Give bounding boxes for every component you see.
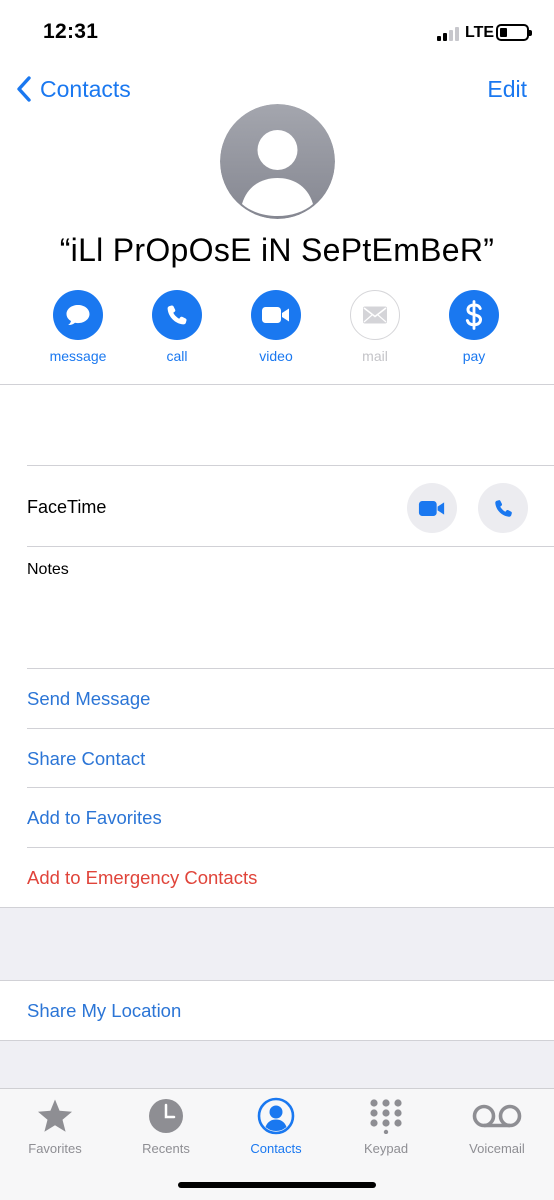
contact-avatar xyxy=(220,104,335,219)
tab-contacts[interactable]: Contacts xyxy=(226,1097,326,1156)
separator xyxy=(27,546,554,547)
chevron-left-icon xyxy=(17,76,31,102)
separator xyxy=(0,384,554,385)
network-type: LTE xyxy=(465,24,495,41)
message-action-button[interactable]: message xyxy=(33,290,123,364)
cellular-signal-icon xyxy=(437,27,461,41)
dollar-icon xyxy=(465,300,483,330)
mail-action-button[interactable]: mail xyxy=(330,290,420,364)
home-indicator xyxy=(178,1182,376,1188)
notes-field[interactable] xyxy=(27,580,527,660)
share-contact-link[interactable]: Share Contact xyxy=(27,748,145,770)
section-spacer xyxy=(0,1040,554,1088)
quick-actions: message call video mail pay xyxy=(0,290,554,370)
clock-icon xyxy=(149,1099,183,1133)
call-action-label: call xyxy=(166,348,188,364)
contact-name: “iLl PrOpOsE iN SePtEmBeR” xyxy=(59,232,495,268)
status-bar: 12:31 LTE xyxy=(0,0,554,66)
back-button-label: Contacts xyxy=(40,75,131,102)
add-to-favorites-link[interactable]: Add to Favorites xyxy=(27,807,162,829)
phone-icon xyxy=(494,499,512,517)
video-action-label: video xyxy=(259,348,293,364)
video-camera-icon xyxy=(262,307,289,323)
call-action-button[interactable]: call xyxy=(132,290,222,364)
tab-keypad-label: Keypad xyxy=(363,1141,409,1156)
separator xyxy=(27,668,554,669)
send-message-link[interactable]: Send Message xyxy=(27,688,150,710)
notes-label: Notes xyxy=(27,561,69,578)
tab-favorites-label: Favorites xyxy=(28,1141,82,1156)
person-circle-icon xyxy=(257,1097,295,1135)
share-my-location-link[interactable]: Share My Location xyxy=(27,1000,181,1022)
phone-icon xyxy=(167,305,187,325)
edit-button[interactable]: Edit xyxy=(487,76,527,103)
tab-recents-label: Recents xyxy=(142,1141,190,1156)
back-button[interactable]: Contacts xyxy=(16,74,131,104)
star-icon xyxy=(38,1099,72,1132)
separator xyxy=(27,465,554,466)
tab-contacts-label: Contacts xyxy=(250,1141,302,1156)
add-to-emergency-contacts-link[interactable]: Add to Emergency Contacts xyxy=(27,867,257,889)
video-camera-icon xyxy=(418,500,445,516)
battery-icon xyxy=(496,24,532,41)
person-placeholder-icon xyxy=(220,104,335,219)
tab-favorites[interactable]: Favorites xyxy=(5,1097,105,1156)
tab-voicemail-label: Voicemail xyxy=(469,1141,525,1156)
facetime-label: FaceTime xyxy=(27,497,107,517)
section-spacer xyxy=(0,907,554,981)
tab-voicemail[interactable]: Voicemail xyxy=(447,1097,547,1156)
voicemail-icon xyxy=(472,1104,522,1128)
tab-recents[interactable]: Recents xyxy=(116,1097,216,1156)
message-bubble-icon xyxy=(66,305,90,326)
status-time: 12:31 xyxy=(43,20,99,43)
facetime-video-button[interactable] xyxy=(407,483,457,533)
mail-action-label: mail xyxy=(362,348,388,364)
separator xyxy=(27,787,554,788)
separator xyxy=(27,728,554,729)
separator xyxy=(27,847,554,848)
pay-action-label: pay xyxy=(462,348,486,364)
keypad-icon xyxy=(370,1099,402,1134)
envelope-icon xyxy=(363,306,387,324)
message-action-label: message xyxy=(49,348,107,364)
facetime-audio-button[interactable] xyxy=(478,483,528,533)
tab-keypad[interactable]: Keypad xyxy=(336,1097,436,1156)
video-action-button[interactable]: video xyxy=(231,290,321,364)
pay-action-button[interactable]: pay xyxy=(429,290,519,364)
